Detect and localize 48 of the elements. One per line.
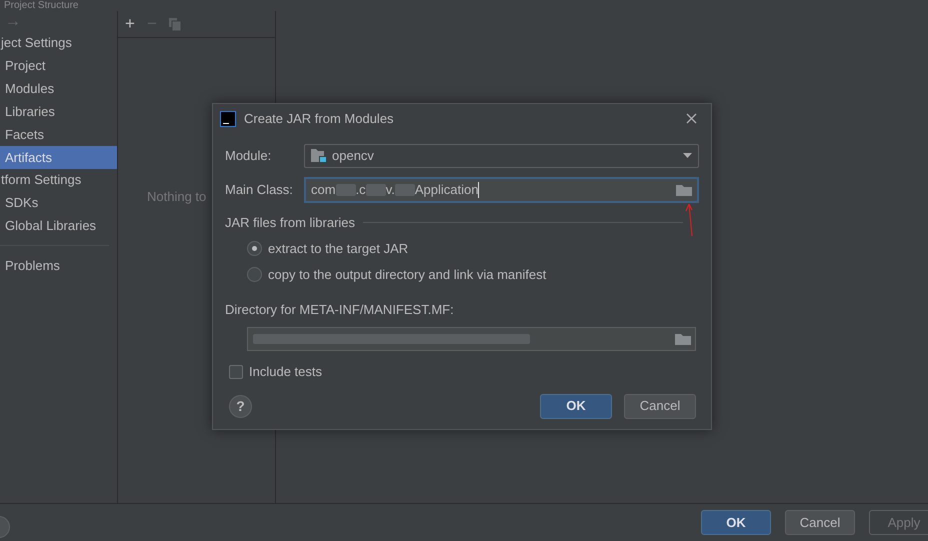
folder-icon[interactable] bbox=[676, 184, 692, 196]
module-icon bbox=[311, 149, 326, 162]
module-label: Module: bbox=[225, 146, 272, 165]
radio-label: copy to the output directory and link via manifest bbox=[268, 266, 546, 284]
add-button[interactable]: + bbox=[125, 14, 135, 34]
main-class-text: v. bbox=[386, 180, 395, 199]
main-class-text: Application bbox=[414, 180, 478, 199]
sidebar-item[interactable]: Modules bbox=[0, 77, 117, 100]
sidebar-item[interactable]: Problems bbox=[0, 254, 117, 277]
ok-button[interactable]: OK bbox=[540, 394, 612, 418]
help-button[interactable]: ? bbox=[229, 394, 252, 418]
ok-button[interactable]: OK bbox=[701, 510, 771, 535]
section-header: ject Settings bbox=[1, 34, 73, 52]
radio-button[interactable] bbox=[247, 267, 262, 282]
copy-icon[interactable] bbox=[168, 18, 181, 30]
radio-label: extract to the target JAR bbox=[268, 240, 408, 258]
cancel-button[interactable]: Cancel bbox=[624, 394, 696, 418]
empty-message: Nothing to bbox=[147, 188, 206, 206]
close-icon[interactable] bbox=[686, 113, 697, 124]
text-cursor bbox=[478, 182, 480, 198]
main-class-field[interactable]: com .c v. Application bbox=[304, 176, 699, 202]
sidebar-item[interactable]: Libraries bbox=[0, 100, 117, 123]
sidebar-item[interactable]: Artifacts bbox=[0, 146, 117, 169]
sidebar-item[interactable]: SDKs bbox=[0, 191, 117, 214]
sidebar-item[interactable]: Facets bbox=[0, 123, 117, 146]
app-logo-icon bbox=[220, 110, 236, 126]
section-header: tform Settings bbox=[1, 171, 82, 189]
sidebar-item[interactable]: Project bbox=[0, 54, 117, 77]
checkbox-label: Include tests bbox=[249, 363, 322, 381]
sidebar-item[interactable]: Global Libraries bbox=[0, 214, 117, 237]
include-tests-checkbox-row[interactable]: Include tests bbox=[229, 362, 711, 382]
checkbox[interactable] bbox=[229, 364, 243, 379]
main-class-text: com bbox=[311, 180, 336, 199]
module-dropdown[interactable]: opencv bbox=[304, 144, 699, 168]
radio-option[interactable]: extract to the target JAR bbox=[247, 240, 711, 256]
arrow-annotation bbox=[685, 203, 693, 237]
dropdown-caret-icon bbox=[683, 153, 692, 158]
directory-label: Directory for META-INF/MANIFEST.MF: bbox=[225, 300, 455, 319]
cancel-button[interactable]: Cancel bbox=[785, 510, 855, 535]
module-value: opencv bbox=[332, 146, 375, 165]
section-title: JAR files from libraries bbox=[225, 214, 356, 232]
dialog-title: Create JAR from Modules bbox=[244, 110, 395, 128]
radio-button[interactable] bbox=[247, 241, 262, 256]
main-class-text: .c bbox=[356, 180, 366, 199]
main-class-label: Main Class: bbox=[225, 180, 294, 199]
folder-icon[interactable] bbox=[675, 333, 691, 345]
radio-option[interactable]: copy to the output directory and link via manifest bbox=[247, 266, 711, 282]
window-title: Project Structure bbox=[4, 0, 78, 11]
